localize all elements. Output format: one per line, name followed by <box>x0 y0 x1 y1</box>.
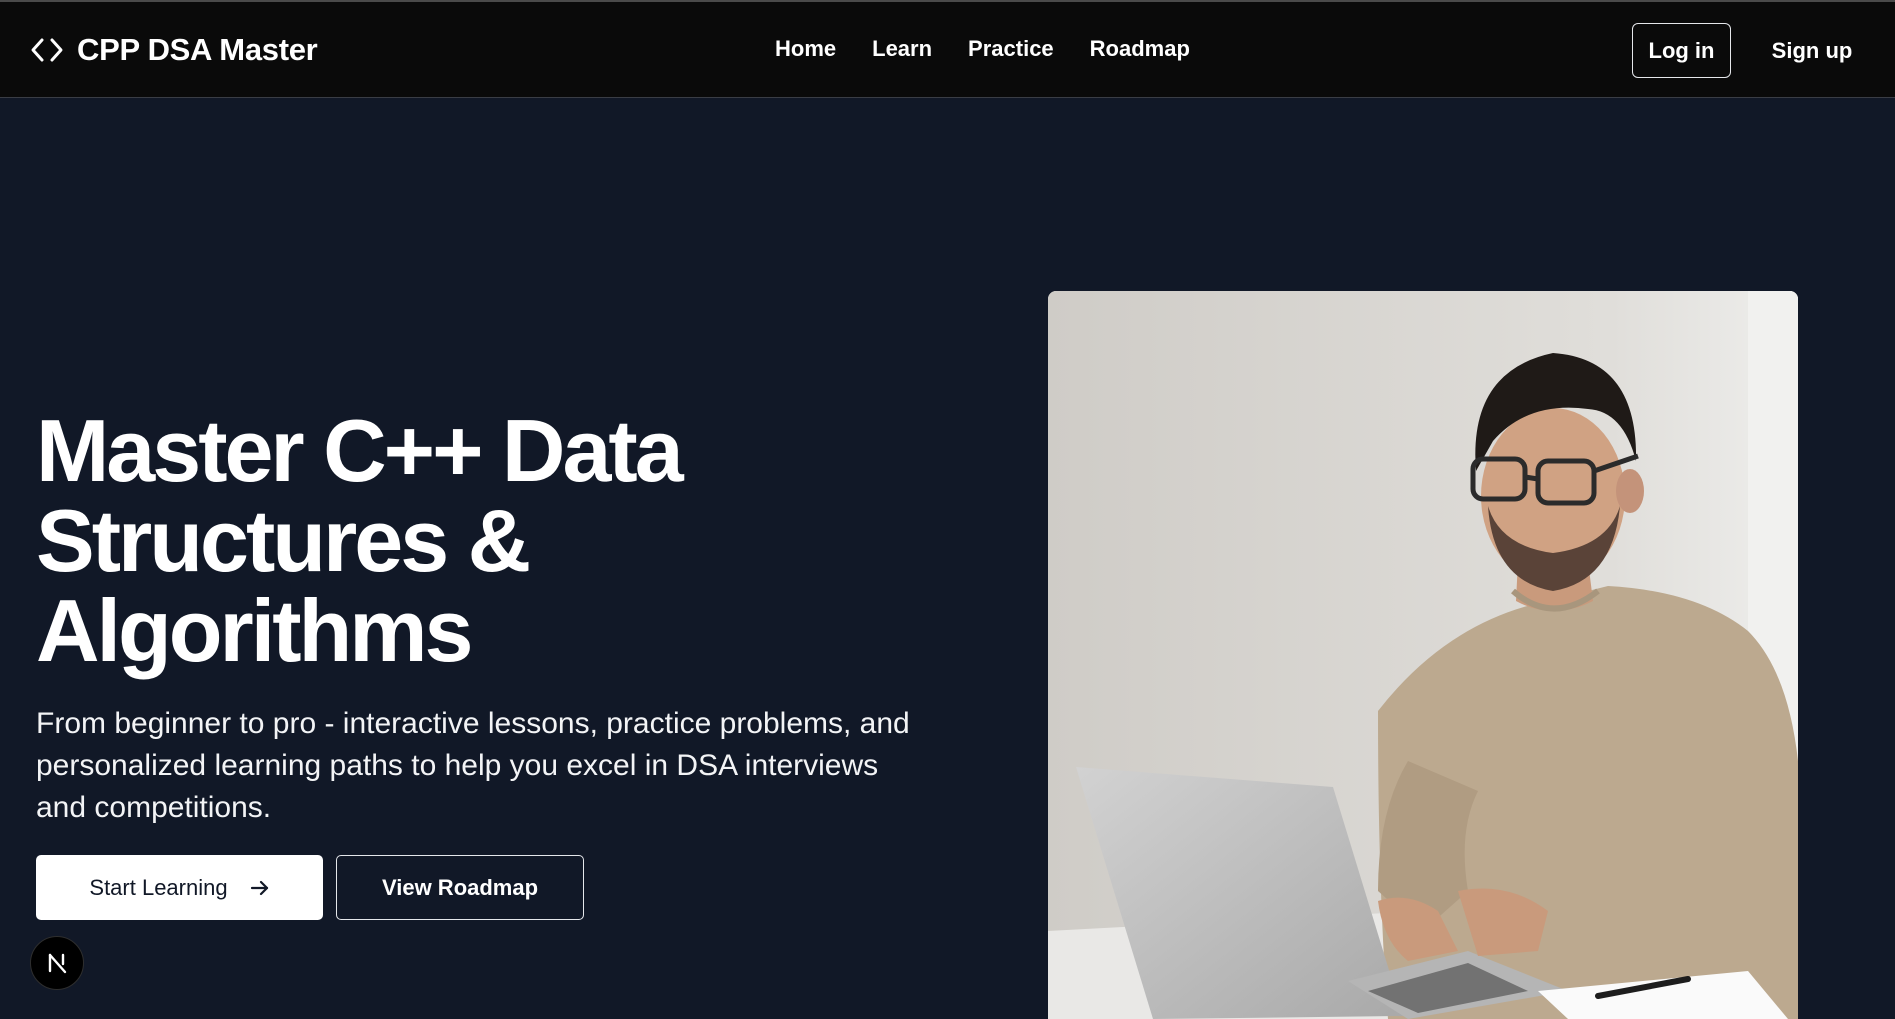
code-brackets-icon <box>31 38 63 62</box>
navbar: CPP DSA Master Home Learn Practice Roadm… <box>0 2 1895 98</box>
nav-link-roadmap[interactable]: Roadmap <box>1090 36 1190 62</box>
hero-subtitle: From beginner to pro - interactive lesso… <box>36 707 910 824</box>
nav-link-practice[interactable]: Practice <box>968 36 1054 62</box>
nav-link-home[interactable]: Home <box>775 36 836 62</box>
hero-image <box>1048 291 1798 1019</box>
arrow-right-icon <box>250 880 268 895</box>
hero-title: Master C++ Data Structures & Algorithms <box>36 401 684 680</box>
dev-tools-badge[interactable]: N <box>30 936 84 990</box>
start-learning-button[interactable]: Start Learning <box>36 855 323 920</box>
start-learning-label: Start Learning <box>89 874 228 900</box>
n-logo-icon <box>48 953 67 974</box>
login-button[interactable]: Log in <box>1632 23 1731 78</box>
main-nav: Home Learn Practice Roadmap <box>775 36 1190 62</box>
nav-link-learn[interactable]: Learn <box>872 36 932 62</box>
brand-name: CPP DSA Master <box>77 32 318 67</box>
brand-logo[interactable]: CPP DSA Master <box>30 32 318 68</box>
view-roadmap-button[interactable]: View Roadmap <box>336 855 584 920</box>
signup-button[interactable]: Sign up <box>1762 23 1862 78</box>
